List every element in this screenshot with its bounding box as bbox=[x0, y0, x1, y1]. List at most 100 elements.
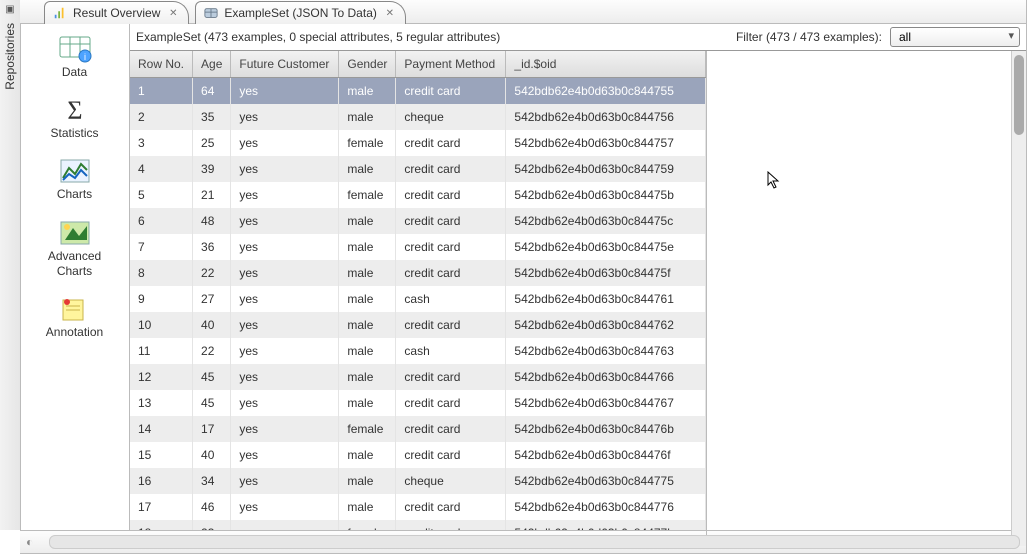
cell-age[interactable]: 17 bbox=[193, 416, 231, 442]
nav-data[interactable]: i Data bbox=[20, 32, 130, 81]
table-row[interactable]: 235yesmalecheque542bdb62e4b0d63b0c844756 bbox=[130, 104, 706, 130]
cell-row_no[interactable]: 8 bbox=[130, 260, 193, 286]
nav-statistics[interactable]: Σ Statistics bbox=[20, 93, 130, 142]
table-row[interactable]: 521yesfemalecredit card542bdb62e4b0d63b0… bbox=[130, 182, 706, 208]
table-row[interactable]: 164yesmalecredit card542bdb62e4b0d63b0c8… bbox=[130, 78, 706, 105]
cell-future_customer[interactable]: yes bbox=[231, 208, 339, 234]
cell-id_oid[interactable]: 542bdb62e4b0d63b0c84475b bbox=[506, 182, 706, 208]
table-row[interactable]: 1245yesmalecredit card542bdb62e4b0d63b0c… bbox=[130, 364, 706, 390]
table-row[interactable]: 1540yesmalecredit card542bdb62e4b0d63b0c… bbox=[130, 442, 706, 468]
cell-future_customer[interactable]: yes bbox=[231, 286, 339, 312]
cell-future_customer[interactable]: yes bbox=[231, 312, 339, 338]
cell-age[interactable]: 39 bbox=[193, 156, 231, 182]
table-row[interactable]: 325yesfemalecredit card542bdb62e4b0d63b0… bbox=[130, 130, 706, 156]
table-row[interactable]: 1634yesmalecheque542bdb62e4b0d63b0c84477… bbox=[130, 468, 706, 494]
cell-row_no[interactable]: 14 bbox=[130, 416, 193, 442]
vertical-scrollbar[interactable] bbox=[1011, 51, 1026, 546]
cell-gender[interactable]: male bbox=[339, 234, 396, 260]
tab-result-overview[interactable]: Result Overview ✕ bbox=[44, 1, 189, 24]
table-row[interactable]: 1345yesmalecredit card542bdb62e4b0d63b0c… bbox=[130, 390, 706, 416]
cell-row_no[interactable]: 7 bbox=[130, 234, 193, 260]
cell-future_customer[interactable]: yes bbox=[231, 338, 339, 364]
cell-gender[interactable]: male bbox=[339, 364, 396, 390]
cell-age[interactable]: 35 bbox=[193, 104, 231, 130]
cell-row_no[interactable]: 4 bbox=[130, 156, 193, 182]
cell-age[interactable]: 46 bbox=[193, 494, 231, 520]
cell-payment_method[interactable]: credit card bbox=[396, 234, 506, 260]
column-header-gender[interactable]: Gender bbox=[339, 51, 396, 78]
cell-future_customer[interactable]: yes bbox=[231, 104, 339, 130]
cell-gender[interactable]: female bbox=[339, 416, 396, 442]
cell-row_no[interactable]: 12 bbox=[130, 364, 193, 390]
cell-id_oid[interactable]: 542bdb62e4b0d63b0c844755 bbox=[506, 78, 706, 105]
cell-gender[interactable]: male bbox=[339, 286, 396, 312]
nav-annotation[interactable]: Annotation bbox=[20, 292, 130, 341]
cell-payment_method[interactable]: credit card bbox=[396, 260, 506, 286]
cell-id_oid[interactable]: 542bdb62e4b0d63b0c844757 bbox=[506, 130, 706, 156]
cell-row_no[interactable]: 10 bbox=[130, 312, 193, 338]
cell-gender[interactable]: male bbox=[339, 78, 396, 105]
cell-future_customer[interactable]: yes bbox=[231, 468, 339, 494]
cell-gender[interactable]: male bbox=[339, 260, 396, 286]
cell-id_oid[interactable]: 542bdb62e4b0d63b0c844762 bbox=[506, 312, 706, 338]
cell-id_oid[interactable]: 542bdb62e4b0d63b0c844763 bbox=[506, 338, 706, 364]
cell-future_customer[interactable]: yes bbox=[231, 364, 339, 390]
cell-id_oid[interactable]: 542bdb62e4b0d63b0c844776 bbox=[506, 494, 706, 520]
cell-gender[interactable]: male bbox=[339, 156, 396, 182]
cell-future_customer[interactable]: yes bbox=[231, 78, 339, 105]
table-row[interactable]: 1122yesmalecash542bdb62e4b0d63b0c844763 bbox=[130, 338, 706, 364]
column-header-row_no[interactable]: Row No. bbox=[130, 51, 193, 78]
cell-future_customer[interactable]: yes bbox=[231, 390, 339, 416]
cell-gender[interactable]: male bbox=[339, 208, 396, 234]
cell-row_no[interactable]: 3 bbox=[130, 130, 193, 156]
cell-age[interactable]: 22 bbox=[193, 338, 231, 364]
cell-gender[interactable]: female bbox=[339, 182, 396, 208]
cell-id_oid[interactable]: 542bdb62e4b0d63b0c84475f bbox=[506, 260, 706, 286]
table-row[interactable]: 822yesmalecredit card542bdb62e4b0d63b0c8… bbox=[130, 260, 706, 286]
cell-payment_method[interactable]: credit card bbox=[396, 390, 506, 416]
nav-adv-charts[interactable]: Advanced Charts bbox=[20, 216, 130, 280]
cell-row_no[interactable]: 6 bbox=[130, 208, 193, 234]
cell-row_no[interactable]: 13 bbox=[130, 390, 193, 416]
cell-payment_method[interactable]: credit card bbox=[396, 182, 506, 208]
cell-age[interactable]: 21 bbox=[193, 182, 231, 208]
expand-icon[interactable]: ◐ bbox=[26, 535, 33, 549]
cell-id_oid[interactable]: 542bdb62e4b0d63b0c84476f bbox=[506, 442, 706, 468]
cell-age[interactable]: 22 bbox=[193, 260, 231, 286]
column-header-id_oid[interactable]: _id.$oid bbox=[506, 51, 706, 78]
cell-payment_method[interactable]: credit card bbox=[396, 494, 506, 520]
cell-gender[interactable]: male bbox=[339, 312, 396, 338]
cell-gender[interactable]: male bbox=[339, 390, 396, 416]
cell-payment_method[interactable]: credit card bbox=[396, 78, 506, 105]
cell-payment_method[interactable]: cash bbox=[396, 286, 506, 312]
cell-age[interactable]: 40 bbox=[193, 312, 231, 338]
cell-age[interactable]: 45 bbox=[193, 364, 231, 390]
cell-future_customer[interactable]: yes bbox=[231, 260, 339, 286]
cell-payment_method[interactable]: credit card bbox=[396, 442, 506, 468]
cell-payment_method[interactable]: credit card bbox=[396, 156, 506, 182]
column-header-future_customer[interactable]: Future Customer bbox=[231, 51, 339, 78]
table-row[interactable]: 1040yesmalecredit card542bdb62e4b0d63b0c… bbox=[130, 312, 706, 338]
horizontal-scrollbar[interactable] bbox=[49, 535, 1020, 549]
cell-id_oid[interactable]: 542bdb62e4b0d63b0c844761 bbox=[506, 286, 706, 312]
cell-future_customer[interactable]: yes bbox=[231, 416, 339, 442]
cell-gender[interactable]: male bbox=[339, 494, 396, 520]
close-icon[interactable]: ✕ bbox=[383, 6, 397, 20]
filter-select[interactable]: all bbox=[890, 27, 1020, 47]
cell-payment_method[interactable]: cheque bbox=[396, 468, 506, 494]
cell-gender[interactable]: male bbox=[339, 442, 396, 468]
tab-exampleset-json[interactable]: ExampleSet (JSON To Data) ✕ bbox=[195, 1, 406, 24]
cell-gender[interactable]: male bbox=[339, 468, 396, 494]
cell-payment_method[interactable]: credit card bbox=[396, 208, 506, 234]
table-row[interactable]: 1746yesmalecredit card542bdb62e4b0d63b0c… bbox=[130, 494, 706, 520]
cell-payment_method[interactable]: credit card bbox=[396, 312, 506, 338]
table-row[interactable]: 736yesmalecredit card542bdb62e4b0d63b0c8… bbox=[130, 234, 706, 260]
cell-payment_method[interactable]: credit card bbox=[396, 364, 506, 390]
cell-future_customer[interactable]: yes bbox=[231, 494, 339, 520]
cell-future_customer[interactable]: yes bbox=[231, 182, 339, 208]
repositories-dock[interactable]: ▣ Repositories bbox=[0, 0, 21, 530]
table-row[interactable]: 1417yesfemalecredit card542bdb62e4b0d63b… bbox=[130, 416, 706, 442]
cell-id_oid[interactable]: 542bdb62e4b0d63b0c84476b bbox=[506, 416, 706, 442]
table-row[interactable]: 439yesmalecredit card542bdb62e4b0d63b0c8… bbox=[130, 156, 706, 182]
table-row[interactable]: 648yesmalecredit card542bdb62e4b0d63b0c8… bbox=[130, 208, 706, 234]
